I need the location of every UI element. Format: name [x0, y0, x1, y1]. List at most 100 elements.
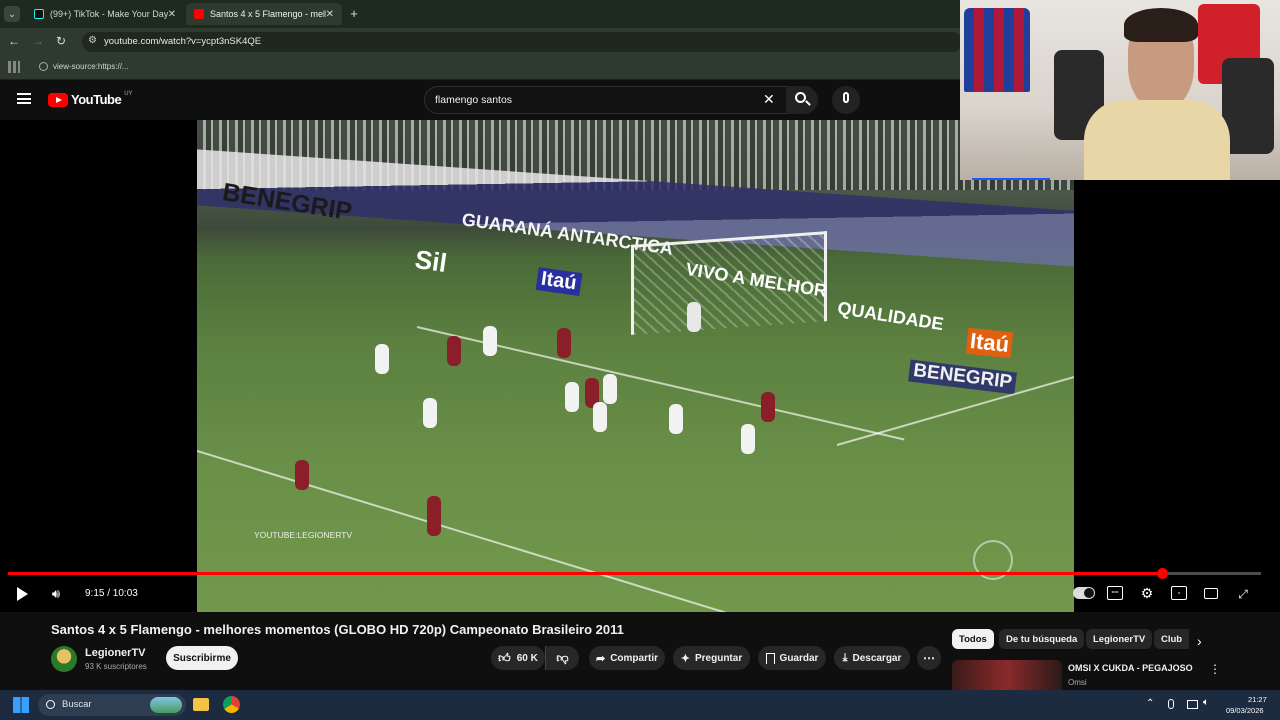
- like-count: 60 K: [516, 652, 538, 664]
- volume-icon: 🔊︎: [51, 586, 61, 601]
- avatar[interactable]: [51, 646, 77, 672]
- player-white: [603, 374, 617, 404]
- ad-itau-a: Itaú: [535, 267, 582, 296]
- chevron-right-icon[interactable]: ›: [1197, 633, 1202, 649]
- tab-list-button[interactable]: ⌄: [4, 6, 20, 22]
- save-button[interactable]: Guardar: [758, 646, 826, 670]
- miniplayer-button[interactable]: ▫: [1171, 586, 1187, 600]
- next-video-title[interactable]: OMSI X CUKDA - PEGAJOSO: [1068, 663, 1193, 673]
- settings-button[interactable]: ⚙: [1139, 585, 1155, 601]
- tab-tiktok[interactable]: (99+) TikTok - Make Your Day ✕: [26, 3, 184, 25]
- chip-club[interactable]: Club: [1154, 629, 1190, 649]
- subscriber-count: 93 K suscriptores: [85, 662, 147, 671]
- ask-button[interactable]: ✦ Preguntar: [673, 646, 750, 670]
- play-button[interactable]: [12, 584, 32, 604]
- gear-icon: ⚙: [1140, 584, 1154, 601]
- taskbar-search-placeholder: Buscar: [62, 699, 92, 710]
- person-hair-image: [1124, 8, 1198, 42]
- player-white: [741, 424, 755, 454]
- video-frame[interactable]: BENEGRIP GUARANÁ ANTARCTICA Sil Itaú VIV…: [197, 120, 1074, 612]
- subtitles-button[interactable]: ==: [1107, 586, 1123, 600]
- sparkle-icon: ✦: [680, 652, 690, 665]
- network-icon[interactable]: [1187, 700, 1198, 709]
- player-white: [593, 402, 607, 432]
- jersey-left-image: [964, 8, 1030, 92]
- youtube-logo[interactable]: YouTube UY: [48, 91, 133, 107]
- speaker-icon[interactable]: 🔈︎: [1203, 697, 1209, 708]
- progress-scrubber[interactable]: [1157, 568, 1168, 579]
- taskbar-search-field[interactable]: Buscar: [38, 694, 186, 716]
- time-display: 9:15 / 10:03: [85, 588, 138, 599]
- new-tab-button[interactable]: +: [346, 5, 362, 21]
- forward-icon[interactable]: →: [32, 34, 46, 48]
- subscribe-button[interactable]: Suscribirme: [166, 646, 238, 670]
- voice-search-button[interactable]: [832, 86, 860, 114]
- search-input[interactable]: flamengo santos ✕: [424, 86, 788, 114]
- channel-name[interactable]: LegionerTV: [85, 647, 146, 659]
- url-field[interactable]: ⚙ youtube.com/watch?v=ycpt3nSK4QE: [82, 32, 962, 52]
- chrome-icon[interactable]: [223, 696, 240, 713]
- video-title: Santos 4 x 5 Flamengo - melhores momento…: [51, 622, 624, 637]
- webcam-overlay: [960, 0, 1280, 180]
- player-white: [423, 398, 437, 428]
- share-button[interactable]: ➦ Compartir: [589, 646, 665, 670]
- search-button[interactable]: [786, 86, 818, 114]
- download-icon: ⤓: [842, 651, 848, 664]
- next-video-thumbnail[interactable]: [952, 660, 1062, 690]
- thumbs-up-icon: 👍︎: [498, 650, 511, 665]
- folder-icon[interactable]: [193, 698, 209, 711]
- player-white: [687, 302, 701, 332]
- close-icon[interactable]: ✕: [168, 9, 176, 20]
- microphone-icon: [843, 92, 849, 103]
- save-label: Guardar: [779, 652, 819, 664]
- bookmark-item[interactable]: view-source:https://...: [53, 62, 129, 71]
- like-button[interactable]: 👍︎ 60 K: [491, 646, 545, 670]
- ask-label: Preguntar: [694, 652, 743, 664]
- thumbs-down-icon: 👎︎: [556, 650, 569, 665]
- bookmark-icon: [765, 652, 775, 664]
- player-red: [295, 460, 309, 490]
- more-actions-button[interactable]: ⋯: [917, 646, 941, 670]
- clear-search-icon[interactable]: ✕: [763, 91, 775, 108]
- player-red: [447, 336, 461, 366]
- download-label: Descargar: [852, 652, 902, 664]
- microphone-icon: [1168, 699, 1174, 709]
- apps-grid-icon[interactable]: [8, 61, 20, 73]
- fullscreen-button[interactable]: ⤢: [1235, 586, 1251, 602]
- tab-label: (99+) TikTok - Make Your Day: [50, 9, 168, 19]
- tiktok-icon: [34, 9, 44, 19]
- download-button[interactable]: ⤓ Descargar: [834, 646, 910, 670]
- close-icon[interactable]: ✕: [326, 9, 334, 20]
- youtube-play-logo-icon: [48, 92, 68, 107]
- player-white: [483, 326, 497, 356]
- ad-qualidade: QUALIDADE: [836, 297, 945, 335]
- cast-button[interactable]: [1203, 586, 1219, 600]
- chip-from-search[interactable]: De tu búsqueda: [999, 629, 1085, 649]
- dislike-button[interactable]: 👎︎: [545, 646, 579, 670]
- chevron-up-icon[interactable]: ⌃: [1146, 698, 1154, 709]
- chip-all[interactable]: Todos: [952, 629, 994, 649]
- player-white: [375, 344, 389, 374]
- clock-date: 09/03/2026: [1226, 706, 1264, 715]
- subtitles-icon: ==: [1111, 590, 1119, 596]
- more-icon: ⋯: [923, 651, 935, 665]
- player-white: [565, 382, 579, 412]
- volume-button[interactable]: 🔊︎: [46, 584, 66, 604]
- next-video-menu-icon[interactable]: ⋮: [1209, 662, 1221, 676]
- tab-label: Santos 4 x 5 Flamengo - melhor: [210, 9, 326, 19]
- tab-youtube[interactable]: Santos 4 x 5 Flamengo - melhor ✕: [186, 3, 342, 25]
- url-text: youtube.com/watch?v=ycpt3nSK4QE: [104, 36, 262, 47]
- menu-icon[interactable]: [17, 93, 31, 104]
- person-shirt-image: [1084, 100, 1230, 180]
- player-red: [761, 392, 775, 422]
- windows-taskbar: ⌃ 🔈︎ 21:27 09/03/2026: [0, 690, 1280, 720]
- site-info-icon[interactable]: ⚙: [88, 35, 100, 47]
- windows-start-icon[interactable]: [13, 697, 29, 713]
- share-icon: ➦: [595, 652, 606, 665]
- search-highlight-image: [150, 697, 182, 713]
- autoplay-toggle[interactable]: [1073, 587, 1095, 599]
- back-icon[interactable]: ←: [8, 34, 22, 48]
- progress-played: [8, 572, 1162, 575]
- reload-icon[interactable]: ↻: [56, 34, 70, 48]
- chip-channel[interactable]: LegionerTV: [1086, 629, 1153, 649]
